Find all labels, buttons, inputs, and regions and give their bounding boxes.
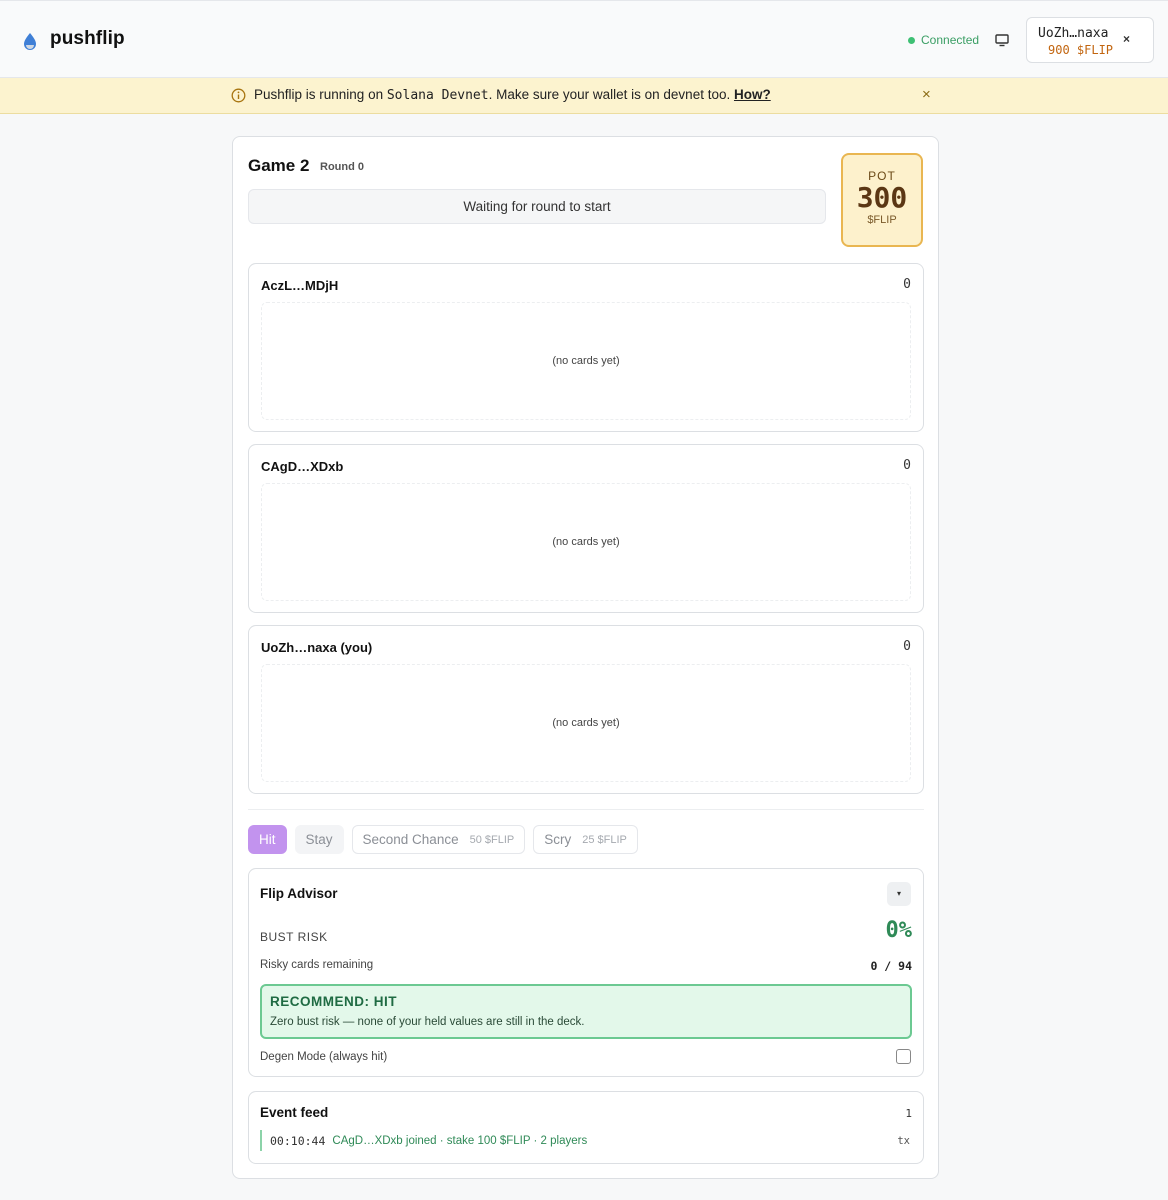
player-name: CAgD…XDxb [261,459,344,474]
wallet-address: UoZh…naxa [1038,26,1109,41]
event-time: 00:10:44 [270,1133,326,1148]
devnet-banner: Pushflip is running on Solana Devnet. Ma… [0,78,1168,114]
monitor-icon[interactable] [994,32,1010,48]
how-link[interactable]: How? [734,87,771,102]
event-text: CAgD…XDxb joined · stake 100 $FLIP · 2 p… [332,1134,588,1147]
player-score: 0 [903,639,911,654]
event-count: 1 [905,1107,912,1120]
player-panel: AczL…MDjH 0 (no cards yet) [248,263,924,432]
scry-label: Scry [544,832,572,847]
player-cards: (no cards yet) [261,664,911,782]
player-score: 0 [903,277,911,292]
action-bar: Hit Stay Second Chance 50 $FLIP Scry 25 … [248,825,638,854]
banner-prefix: Pushflip is running on [254,87,387,102]
close-banner-icon[interactable]: × [922,86,931,103]
pot-unit: $FLIP [867,214,897,226]
scry-cost: 25 $FLIP [582,833,627,846]
pot-value: 300 [856,181,908,214]
status-dot-icon [908,36,915,44]
wallet-button[interactable]: UoZh…naxa 900 $FLIP × [1026,17,1154,63]
info-icon [231,88,246,103]
second-chance-cost: 50 $FLIP [469,833,515,846]
divider [248,809,924,810]
disconnect-icon[interactable]: × [1123,32,1130,46]
player-panel: CAgD…XDxb 0 (no cards yet) [248,444,924,613]
second-chance-button[interactable]: Second Chance 50 $FLIP [351,825,526,854]
bust-risk-label: BUST RISK [260,930,328,944]
collapse-toggle-icon[interactable]: ▾ [887,882,911,906]
drop-logo-icon [24,33,36,50]
round-label: Round 0 [320,161,364,173]
top-header: pushflip Connected UoZh…naxa 900 $FLIP × [0,0,1168,78]
connection-label: Connected [921,33,980,47]
player-cards: (no cards yet) [261,483,911,601]
player-name: AczL…MDjH [261,278,339,293]
degen-mode-label: Degen Mode (always hit) [260,1051,388,1063]
degen-mode-checkbox[interactable] [896,1049,911,1064]
banner-network: Solana Devnet [386,88,489,103]
banner-message: Pushflip is running on Solana Devnet. Ma… [254,87,771,103]
event-feed-title: Event feed [260,1105,329,1120]
tx-link[interactable]: tx [897,1135,910,1147]
event-feed-panel: Event feed 1 00:10:44 CAgD…XDxb joined ·… [248,1091,924,1164]
brand-name[interactable]: pushflip [50,28,125,50]
bust-risk-value: 0% [885,918,913,943]
event-item: 00:10:44 CAgD…XDxb joined · stake 100 $F… [260,1130,587,1151]
hit-button[interactable]: Hit [248,825,287,854]
risky-cards-value: 0 / 94 [870,959,912,973]
wallet-balance: 900 $FLIP [1048,43,1114,57]
game-title: Game 2 [248,156,310,175]
second-chance-label: Second Chance [362,832,459,847]
recommendation-title: RECOMMEND: HIT [270,994,397,1009]
stay-button[interactable]: Stay [294,825,344,854]
pot-box: POT 300 $FLIP [841,153,923,247]
recommendation-text: Zero bust risk — none of your held value… [270,1016,585,1028]
round-status: Waiting for round to start [248,189,826,224]
game-card: Game 2 Round 0 Waiting for round to star… [232,136,939,1179]
scry-button[interactable]: Scry 25 $FLIP [533,825,638,854]
player-panel-self: UoZh…naxa (you) 0 (no cards yet) [248,625,924,794]
player-cards: (no cards yet) [261,302,911,420]
player-score: 0 [903,458,911,473]
advisor-title: Flip Advisor [260,886,338,901]
flip-advisor-panel: Flip Advisor ▾ BUST RISK 0% Risky cards … [248,868,924,1077]
banner-suffix: . Make sure your wallet is on devnet too… [488,87,734,102]
connection-status: Connected [908,33,979,47]
recommendation-box: RECOMMEND: HIT Zero bust risk — none of … [260,984,912,1039]
risky-cards-label: Risky cards remaining [260,959,374,971]
player-name: UoZh…naxa (you) [261,640,373,655]
